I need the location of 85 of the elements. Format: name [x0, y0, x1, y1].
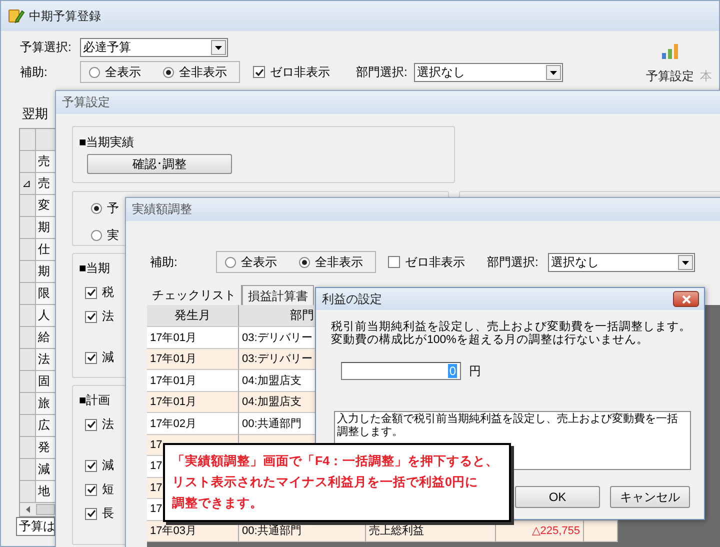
- checkbox[interactable]: [85, 286, 97, 298]
- window-title: 中期予算登録: [29, 8, 101, 24]
- table-cell-text: 法: [37, 351, 52, 368]
- checkbox-label: 減: [102, 349, 114, 366]
- group-heading: ■当期実績: [79, 134, 134, 151]
- field-label: 補助:: [20, 64, 48, 80]
- status-field: 予算は: [16, 517, 55, 536]
- scrollbar[interactable]: [20, 503, 55, 516]
- checkbox[interactable]: [85, 484, 97, 496]
- table-cell-text: 期: [37, 219, 52, 236]
- radio-label: 全非表示: [315, 254, 363, 270]
- checkbox[interactable]: [85, 508, 97, 520]
- radio-button[interactable]: [89, 66, 100, 78]
- table-cell-text: 旅: [37, 395, 52, 412]
- checkbox-label: 法: [102, 416, 114, 433]
- table-cell: 17年01月: [147, 392, 239, 413]
- checkbox[interactable]: [388, 256, 400, 268]
- dropdown-field[interactable]: 選択なし: [414, 62, 563, 82]
- table-cell: 17年01月: [147, 348, 239, 370]
- checkbox-label: 税: [102, 284, 114, 301]
- group-heading: ■計画: [79, 392, 110, 409]
- group-heading: ■当期: [79, 260, 110, 277]
- checkbox[interactable]: [253, 66, 265, 78]
- close-icon: [680, 294, 692, 304]
- tab[interactable]: 翌期: [20, 105, 50, 123]
- checkbox[interactable]: [85, 352, 97, 364]
- radio-label: 実: [107, 227, 119, 244]
- field-label: 補助:: [150, 254, 178, 270]
- checkbox[interactable]: [85, 418, 97, 430]
- row-marker: ⊿: [22, 177, 31, 190]
- window-title: 予算設定: [62, 94, 110, 111]
- cancel-button[interactable]: キャンセル: [610, 486, 690, 508]
- table-cell-text: 仕: [37, 241, 52, 258]
- field-label: 部門選択:: [487, 254, 540, 270]
- checkbox-label: 長: [102, 505, 114, 522]
- radio-label: 全表示: [241, 254, 277, 270]
- app-icon: [7, 7, 25, 25]
- checkbox-label: 法: [102, 308, 114, 325]
- table-cell: [584, 520, 618, 542]
- table-cell-text: 広: [37, 417, 52, 434]
- table-cell-text: 限: [37, 285, 52, 302]
- dropdown-field[interactable]: 選択なし: [548, 252, 695, 272]
- field-label: 予算選択:: [20, 38, 72, 56]
- scroll-left-icon: [26, 506, 30, 513]
- table-cell-text: 変: [37, 197, 52, 214]
- close-button[interactable]: [673, 291, 699, 307]
- checkbox-label: 短: [102, 481, 114, 498]
- ok-button[interactable]: OK: [515, 486, 600, 508]
- tab[interactable]: 損益計算書: [242, 285, 314, 305]
- radio-button[interactable]: [225, 256, 236, 268]
- checkbox[interactable]: [85, 460, 97, 472]
- radio-button[interactable]: [91, 230, 102, 241]
- radio-label: 予: [107, 200, 119, 217]
- table-cell-text: 発: [37, 439, 52, 456]
- field-label: 部門選択:: [356, 64, 408, 80]
- window-title: 実績額調整: [132, 201, 192, 218]
- window-title: 利益の設定: [322, 290, 382, 308]
- radio-button[interactable]: [163, 66, 174, 78]
- table-cell: 17年01月: [147, 327, 239, 348]
- unit-label: 円: [469, 362, 481, 380]
- table-cell: 17年02月: [147, 413, 239, 434]
- column-header: 発生月: [147, 305, 239, 327]
- toolbar-button[interactable]: 予算設定: [646, 44, 694, 85]
- table-cell-text: 期: [37, 263, 52, 280]
- radio-button[interactable]: [91, 203, 102, 214]
- bar-chart-icon: [662, 44, 678, 59]
- checkbox-label: ゼロ非表示: [405, 254, 465, 270]
- checkbox-label: ゼロ非表示: [270, 64, 330, 80]
- table-cell-text: 売: [37, 153, 52, 170]
- table-cell-text: 売: [37, 175, 52, 192]
- table-cell-text: 人: [37, 307, 52, 324]
- table-cell: 17年01月: [147, 370, 239, 392]
- table-cell-text: 固: [37, 373, 52, 390]
- checkbox[interactable]: [85, 310, 97, 322]
- table-cell-text: 減: [37, 461, 52, 478]
- table-cell: △225,755: [496, 520, 584, 542]
- radio-button[interactable]: [299, 256, 310, 268]
- table-cell-text: 給: [37, 329, 52, 346]
- radio-label: 全表示: [105, 64, 141, 80]
- checkbox-label: 減: [102, 457, 114, 474]
- confirm-button[interactable]: 確認･調整: [87, 154, 232, 174]
- dropdown-field[interactable]: 必達予算: [80, 38, 228, 56]
- radio-label: 全非表示: [179, 64, 227, 80]
- scroll-thumb[interactable]: [36, 504, 55, 515]
- table-cell-text: 地: [37, 483, 52, 500]
